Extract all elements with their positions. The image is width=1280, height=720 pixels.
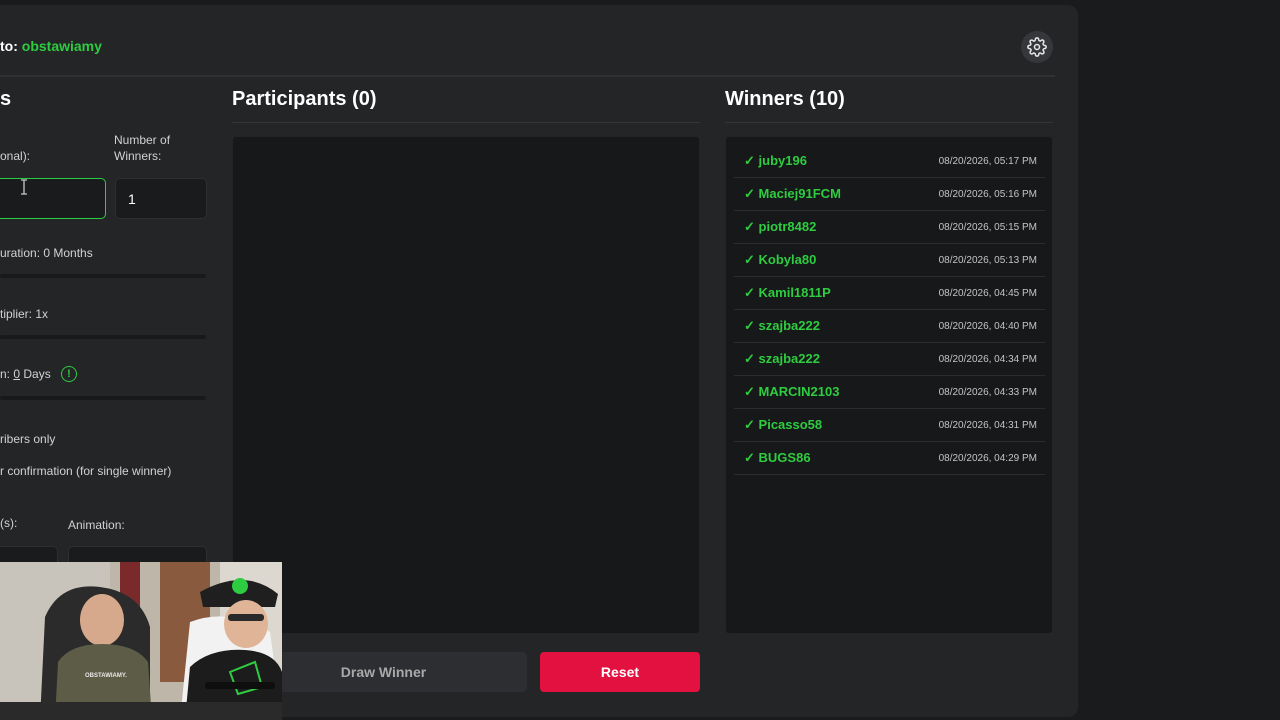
winner-time: 08/20/2026, 04:34 PM — [938, 353, 1037, 365]
check-icon: ✓ — [744, 450, 755, 465]
subscribers-only-label: ribers only — [0, 432, 56, 446]
text-cursor-icon — [21, 179, 27, 195]
reset-button[interactable]: Reset — [540, 652, 700, 692]
winner-time: 08/20/2026, 05:15 PM — [938, 221, 1037, 233]
winners-count-label-line2: Winners: — [114, 149, 162, 163]
duration-slider[interactable] — [0, 274, 206, 278]
draw-winner-button[interactable]: Draw Winner — [240, 652, 527, 692]
participants-title: Participants (0) — [232, 88, 377, 110]
multiplier-label: tiplier: 1x — [0, 307, 49, 321]
channel-prefix: to: — [0, 38, 22, 54]
winner-row: ✓ BUGS86 08/20/2026, 04:29 PM — [734, 442, 1045, 475]
check-icon: ✓ — [744, 252, 755, 267]
winner-row: ✓ Picasso58 08/20/2026, 04:31 PM — [734, 409, 1045, 442]
check-icon: ✓ — [744, 153, 755, 168]
check-icon: ✓ — [744, 186, 755, 201]
winner-row: ✓ piotr8482 08/20/2026, 05:15 PM — [734, 211, 1045, 244]
webcam-image: OBSTAWIAMY. — [0, 562, 282, 720]
winner-name: ✓ juby196 — [744, 153, 807, 168]
winner-name: ✓ Maciej91FCM — [744, 186, 841, 201]
participants-divider — [232, 122, 700, 123]
winner-row: ✓ Kobyla80 08/20/2026, 05:13 PM — [734, 244, 1045, 277]
winner-row: ✓ szajba222 08/20/2026, 04:40 PM — [734, 310, 1045, 343]
winners-divider — [725, 122, 1053, 123]
winner-name: ✓ BUGS86 — [744, 450, 811, 465]
winner-time: 08/20/2026, 05:17 PM — [938, 155, 1037, 167]
winners-title: Winners (10) — [725, 88, 845, 110]
winner-name: ✓ Kamil1811P — [744, 285, 831, 300]
check-icon: ✓ — [744, 219, 755, 234]
winner-time: 08/20/2026, 04:29 PM — [938, 452, 1037, 464]
min-age-prefix: n: — [0, 367, 11, 381]
winner-name: ✓ szajba222 — [744, 318, 820, 333]
winner-name: ✓ piotr8482 — [744, 219, 817, 234]
time-label: (s): — [0, 516, 18, 530]
settings-button[interactable] — [1021, 31, 1053, 63]
min-age-value[interactable]: 0 — [13, 367, 20, 381]
info-icon[interactable]: ! — [61, 366, 77, 382]
channel-name: obstawiamy — [21, 38, 102, 54]
animation-label: Animation: — [68, 518, 125, 532]
gear-icon — [1027, 37, 1047, 57]
header-divider — [0, 75, 1055, 77]
check-icon: ✓ — [744, 318, 755, 333]
check-icon: ✓ — [744, 351, 755, 366]
winner-time: 08/20/2026, 04:33 PM — [938, 386, 1037, 398]
winner-row: ✓ Maciej91FCM 08/20/2026, 05:16 PM — [734, 178, 1045, 211]
participants-list — [232, 136, 700, 634]
winners-list: ✓ juby196 08/20/2026, 05:17 PM ✓ Maciej91… — [725, 136, 1053, 634]
settings-title: s — [0, 88, 12, 110]
check-icon: ✓ — [744, 417, 755, 432]
winner-row: ✓ Kamil1811P 08/20/2026, 04:45 PM — [734, 277, 1045, 310]
winner-name: ✓ Kobyla80 — [744, 252, 817, 267]
keyword-input[interactable] — [0, 178, 106, 219]
check-icon: ✓ — [744, 384, 755, 399]
duration-label: uration: 0 Months — [0, 246, 93, 260]
check-icon: ✓ — [744, 285, 755, 300]
multiplier-slider[interactable] — [0, 335, 206, 339]
winner-time: 08/20/2026, 04:40 PM — [938, 320, 1037, 332]
winner-time: 08/20/2026, 05:16 PM — [938, 188, 1037, 200]
min-age-slider[interactable] — [0, 396, 206, 400]
keyword-label: onal): — [0, 149, 31, 163]
winners-count-input[interactable]: 1 — [115, 178, 207, 219]
min-age-label: n: 0 Days — [0, 366, 51, 382]
winner-row: ✓ juby196 08/20/2026, 05:17 PM — [734, 145, 1045, 178]
winner-time: 08/20/2026, 05:13 PM — [938, 254, 1037, 266]
winner-name: ✓ MARCIN2103 — [744, 384, 840, 399]
winner-name: ✓ szajba222 — [744, 351, 820, 366]
min-age-unit: Days — [23, 367, 51, 381]
winners-count-label-line1: Number of — [114, 133, 171, 147]
webcam-overlay: OBSTAWIAMY. — [0, 562, 282, 720]
shirt-text: OBSTAWIAMY. — [85, 673, 127, 679]
winner-name: ✓ Picasso58 — [744, 417, 823, 432]
confirmation-label: r confirmation (for single winner) — [0, 464, 172, 478]
winners-count-label: Number of Winners: — [114, 132, 170, 164]
channel-line: to: obstawiamy — [0, 38, 102, 54]
winner-row: ✓ MARCIN2103 08/20/2026, 04:33 PM — [734, 376, 1045, 409]
winner-time: 08/20/2026, 04:45 PM — [938, 287, 1037, 299]
winner-time: 08/20/2026, 04:31 PM — [938, 419, 1037, 431]
winner-row: ✓ szajba222 08/20/2026, 04:34 PM — [734, 343, 1045, 376]
